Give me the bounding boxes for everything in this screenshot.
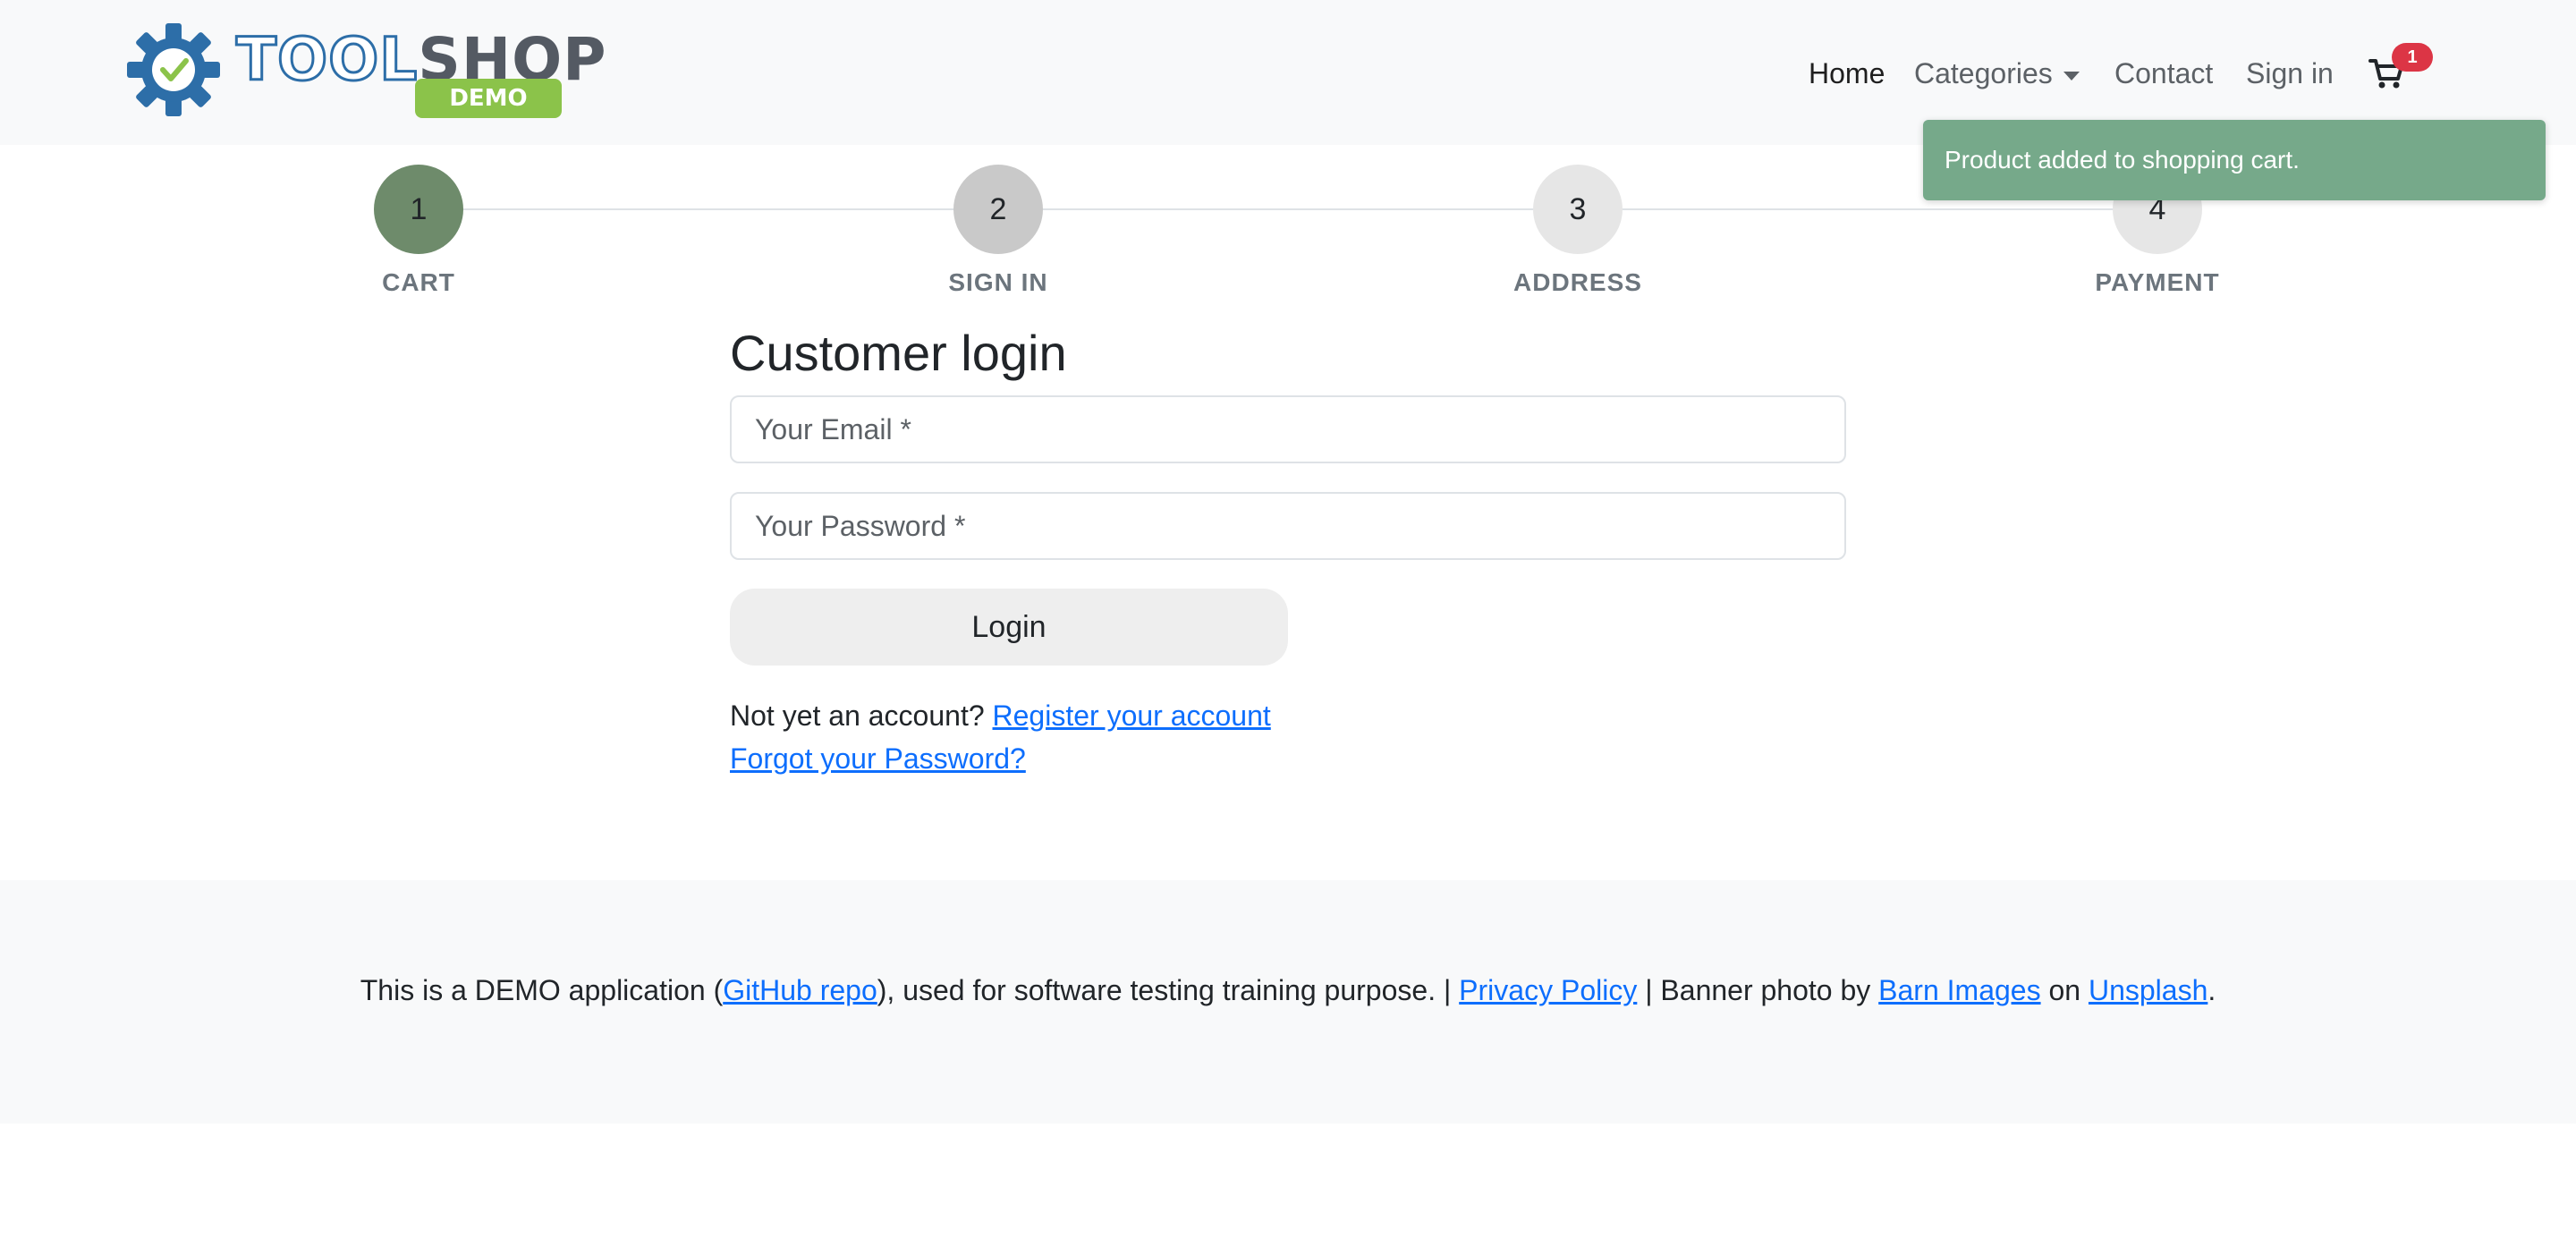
footer-text-2: ), used for software testing training pu…: [877, 974, 1460, 1006]
step-4-label: PAYMENT: [2095, 268, 2220, 296]
email-field[interactable]: [730, 395, 1846, 463]
logo-tool-text: TOOL: [234, 25, 419, 94]
nav-contact[interactable]: Contact: [2114, 55, 2213, 91]
no-account-text: Not yet an account?: [730, 700, 985, 732]
github-repo-link[interactable]: GitHub repo: [723, 974, 877, 1006]
step-connector: [1043, 208, 1533, 210]
register-link[interactable]: Register your account: [993, 700, 1271, 732]
password-field[interactable]: [730, 492, 1846, 560]
step-connector: [1623, 208, 2113, 210]
chevron-down-icon: [2063, 71, 2080, 81]
footer-text-3: | Banner photo by: [1637, 974, 1879, 1006]
step-2-label: SIGN IN: [948, 268, 1048, 296]
footer: This is a DEMO application (GitHub repo)…: [0, 880, 2576, 1124]
gear-logo-icon: [127, 23, 220, 116]
step-connector: [463, 208, 953, 210]
page-title: Customer login: [730, 325, 1067, 381]
footer-text: This is a DEMO application (GitHub repo)…: [0, 968, 2576, 1013]
step-2-circle: 2: [953, 165, 1043, 254]
toast-notification[interactable]: Product added to shopping cart.: [1923, 120, 2546, 200]
nav-categories[interactable]: Categories: [1914, 55, 2080, 91]
register-line: Not yet an account? Register your accoun…: [730, 696, 1271, 735]
toolshop-logo[interactable]: TOOLSHOP DEMO: [127, 23, 606, 122]
privacy-policy-link[interactable]: Privacy Policy: [1459, 974, 1637, 1006]
forgot-password-link[interactable]: Forgot your Password?: [730, 742, 1026, 775]
footer-text-1: This is a DEMO application (: [360, 974, 724, 1006]
footer-text-5: .: [2207, 974, 2216, 1006]
footer-text-4: on: [2040, 974, 2089, 1006]
step-3-label: ADDRESS: [1513, 268, 1642, 296]
cart-count-badge: 1: [2392, 43, 2433, 72]
barn-images-link[interactable]: Barn Images: [1878, 974, 2040, 1006]
forgot-line: Forgot your Password?: [730, 739, 1026, 778]
step-1-circle: 1: [374, 165, 463, 254]
login-button[interactable]: Login: [730, 589, 1288, 666]
nav-home[interactable]: Home: [1809, 55, 1885, 91]
step-1-label: CART: [382, 268, 455, 296]
nav-categories-label: Categories: [1914, 57, 2053, 89]
step-3-circle: 3: [1533, 165, 1623, 254]
logo-demo-badge: DEMO: [415, 79, 562, 118]
nav-sign-in[interactable]: Sign in: [2246, 55, 2334, 91]
unsplash-link[interactable]: Unsplash: [2089, 974, 2207, 1006]
